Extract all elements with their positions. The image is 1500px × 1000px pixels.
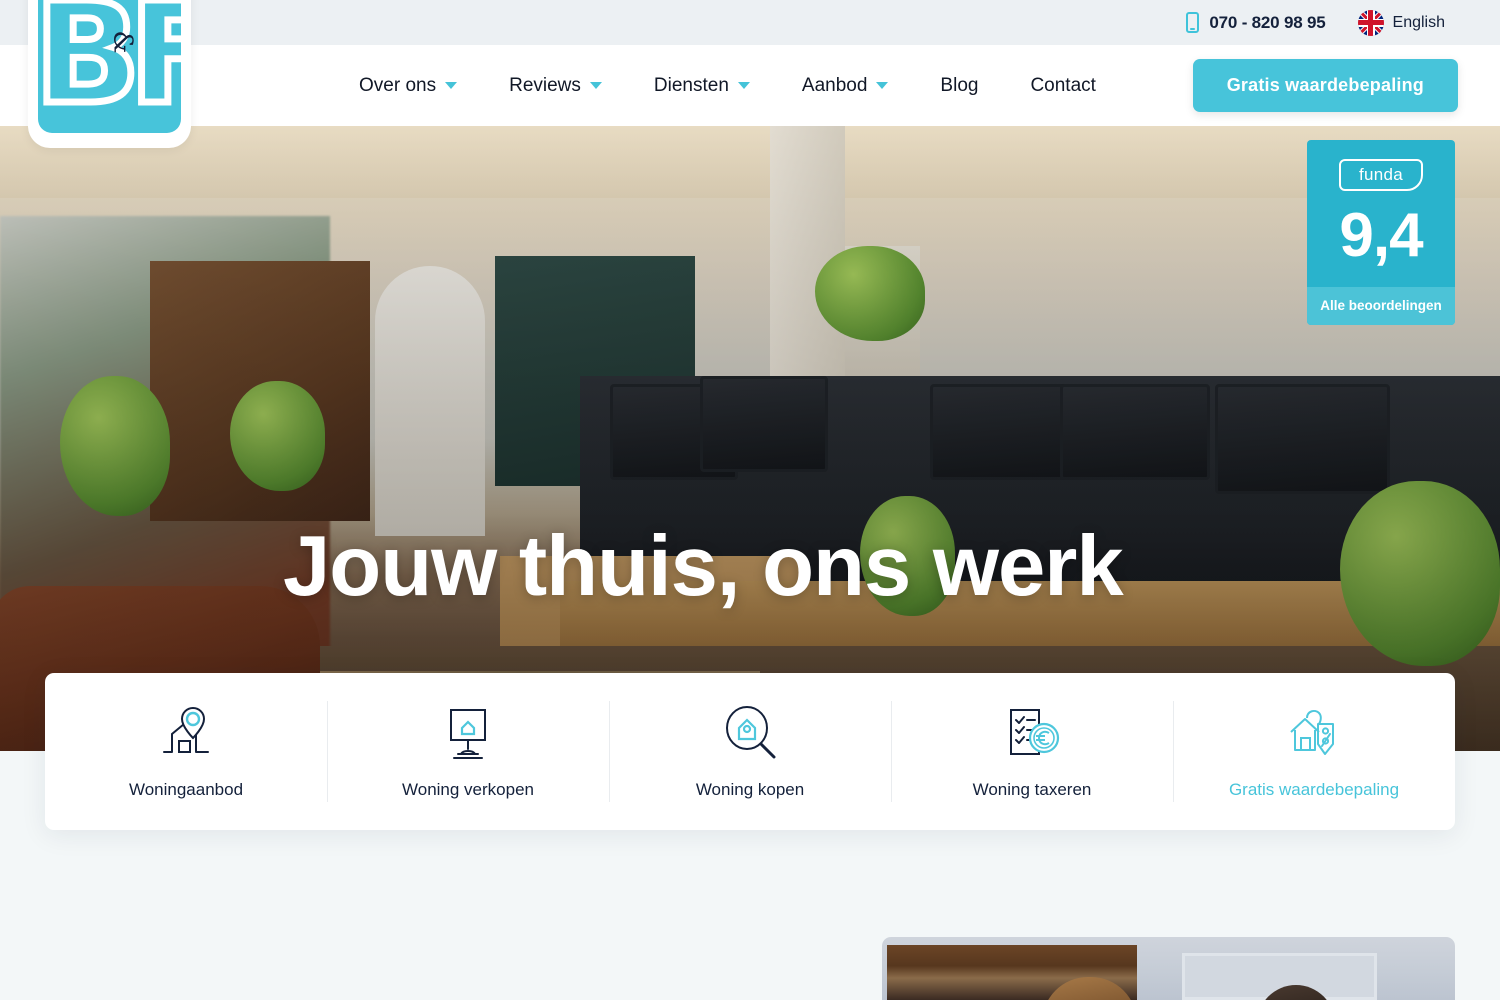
logo-tile: BF &	[38, 0, 181, 133]
logo-letters: BF	[38, 0, 181, 133]
brand-logo[interactable]: BF &	[28, 0, 191, 148]
funda-logo: funda	[1339, 159, 1423, 191]
phone-link[interactable]: 070 - 820 98 95	[1186, 12, 1326, 33]
nav-item-diensten[interactable]: Diensten	[628, 75, 776, 97]
main-navigation: Over ons Reviews Diensten Aanbod Blog Co…	[0, 45, 1500, 126]
funda-score: 9,4	[1339, 201, 1423, 270]
service-label: Woningaanbod	[128, 779, 244, 799]
language-switcher[interactable]: English	[1357, 9, 1445, 36]
topbar-content: 070 - 820 98 95 English	[1186, 9, 1445, 36]
service-link-woningaanbod[interactable]: Woningaanbod	[45, 673, 327, 830]
nav-item-aanbod[interactable]: Aanbod	[776, 75, 915, 97]
service-link-gratis-waardebepaling[interactable]: Gratis waardebepaling	[1173, 673, 1455, 830]
utility-topbar: 070 - 820 98 95 English	[0, 0, 1500, 45]
funda-rating-badge[interactable]: funda 9,4 Alle beoordelingen	[1307, 140, 1455, 325]
magnifier-house-icon	[722, 704, 778, 760]
services-quicklinks-card: Woningaanbod Woning verkopen Woning kope…	[45, 673, 1455, 830]
nav-label: Reviews	[509, 74, 581, 96]
nav-item-reviews[interactable]: Reviews	[483, 75, 628, 97]
nav-label: Diensten	[653, 74, 729, 96]
hero-background-image	[0, 126, 1500, 751]
service-label: Woning kopen	[695, 779, 805, 799]
house-price-tag-icon	[1285, 704, 1343, 760]
nav-item-over-ons[interactable]: Over ons	[333, 75, 483, 97]
nav-label: Over ons	[359, 74, 437, 96]
nav-item-contact[interactable]: Contact	[1004, 75, 1121, 97]
monitor-house-icon	[440, 704, 496, 760]
nav-item-blog[interactable]: Blog	[914, 75, 1004, 97]
service-link-woning-taxeren[interactable]: Woning taxeren	[891, 673, 1173, 830]
chevron-down-icon	[876, 82, 889, 89]
checklist-euro-icon	[1003, 704, 1061, 760]
uk-flag-icon	[1357, 9, 1384, 36]
nav-links: Over ons Reviews Diensten Aanbod Blog Co…	[333, 75, 1122, 97]
logo-ampersand: &	[107, 30, 138, 54]
phone-number: 070 - 820 98 95	[1209, 12, 1326, 32]
hero-title: Jouw thuis, ons werk	[283, 519, 1124, 614]
free-valuation-cta-button[interactable]: Gratis waardebepaling	[1192, 59, 1458, 112]
content-image-card	[882, 937, 1455, 1000]
nav-label: Aanbod	[801, 74, 868, 96]
mobile-phone-icon	[1186, 12, 1200, 33]
service-label: Gratis waardebepaling	[1228, 779, 1400, 799]
service-link-woning-kopen[interactable]: Woning kopen	[609, 673, 891, 830]
service-link-woning-verkopen[interactable]: Woning verkopen	[327, 673, 609, 830]
chevron-down-icon	[589, 82, 602, 89]
nav-label: Contact	[1030, 74, 1096, 96]
service-label: Woning taxeren	[972, 779, 1092, 799]
house-location-pin-icon	[158, 704, 214, 760]
language-label: English	[1392, 13, 1445, 31]
nav-label: Blog	[940, 74, 979, 96]
funda-all-reviews-label: Alle beoordelingen	[1307, 287, 1455, 325]
hero-section: Jouw thuis, ons werk	[0, 126, 1500, 751]
service-label: Woning verkopen	[402, 779, 534, 799]
chevron-down-icon	[737, 82, 750, 89]
chevron-down-icon	[445, 82, 458, 89]
page-root: 070 - 820 98 95 English Over ons Reviews	[0, 0, 1500, 1000]
